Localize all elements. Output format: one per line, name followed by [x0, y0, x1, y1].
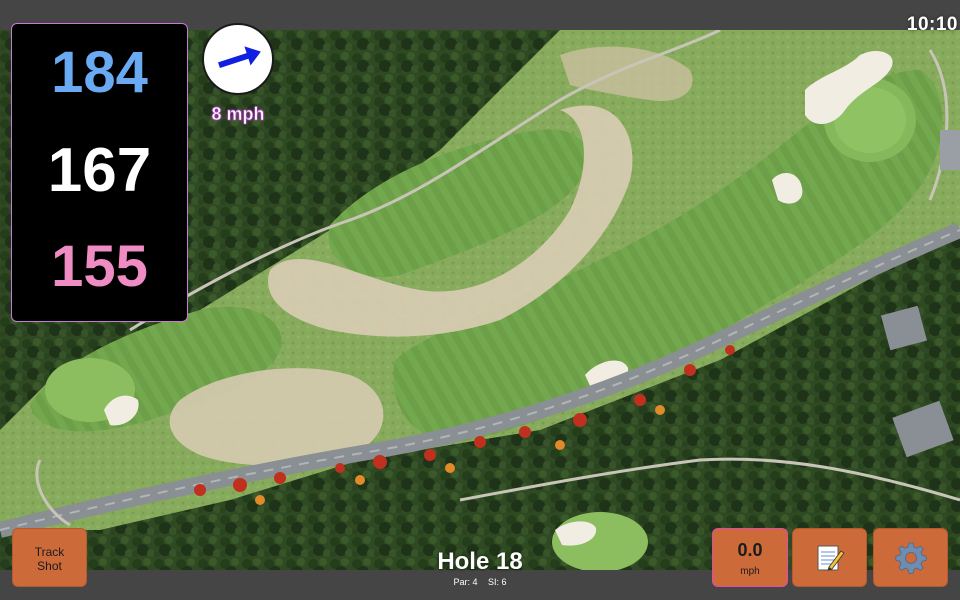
settings-button[interactable] — [873, 528, 948, 587]
track-shot-label-line1: Track — [34, 545, 65, 559]
golf-gps-screen: 10:10 184 167 155 8 mph Track Shot Hole … — [0, 0, 960, 600]
distance-panel: 184 167 155 — [11, 23, 188, 322]
si-label: SI: 6 — [488, 577, 507, 587]
track-shot-label-line2: Shot — [37, 559, 62, 573]
hole-title: Hole 18 — [437, 548, 523, 575]
speed-button[interactable]: 0.0 mph — [712, 528, 788, 587]
speed-unit: mph — [740, 566, 760, 577]
distance-back: 184 — [51, 40, 148, 105]
notepad-pencil-icon — [817, 545, 845, 571]
notes-button[interactable] — [792, 528, 867, 587]
distance-middle: 167 — [47, 136, 152, 205]
par-label: Par: 4 — [453, 577, 478, 587]
clock: 10:10 — [906, 14, 958, 35]
distance-front: 155 — [51, 234, 148, 299]
speed-value: 0.0 — [737, 540, 763, 560]
track-shot-button[interactable]: Track Shot — [12, 528, 87, 587]
wind-direction-dial — [202, 23, 274, 95]
hole-info: Par: 4 SI: 6 — [380, 577, 580, 587]
arrow-right-icon — [218, 46, 261, 69]
gear-icon — [895, 542, 927, 574]
wind-speed-label: 8 mph — [211, 104, 265, 125]
